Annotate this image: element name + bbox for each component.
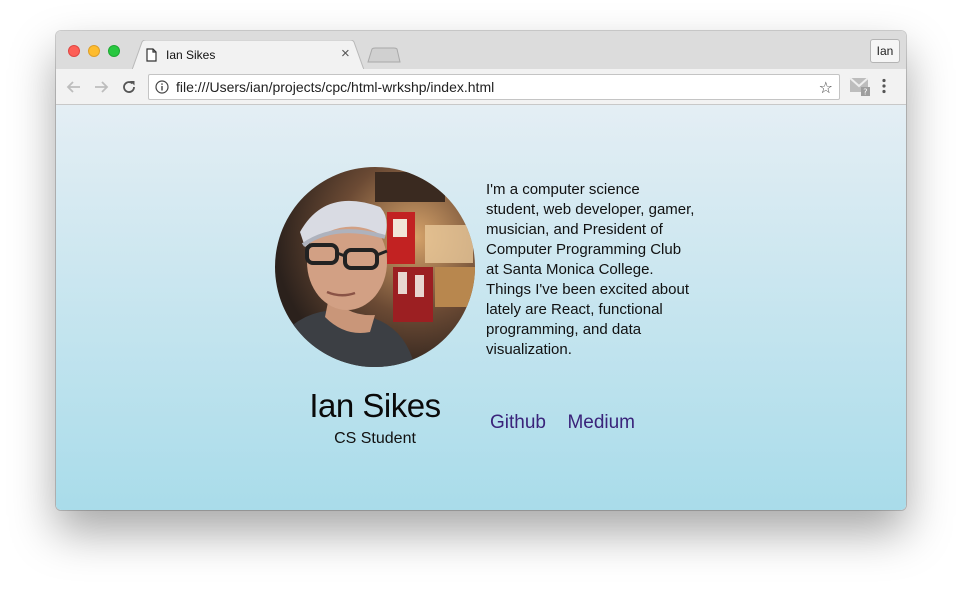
svg-text:?: ?: [863, 88, 867, 97]
close-window-button[interactable]: [68, 45, 80, 57]
more-menu-icon[interactable]: [882, 78, 886, 94]
maximize-window-button[interactable]: [108, 45, 120, 57]
profile-bio: I'm a computer science student, web deve…: [486, 181, 695, 358]
back-arrow-icon[interactable]: [65, 78, 83, 96]
document-icon: [146, 48, 157, 62]
page-content: Ian Sikes CS Student I'm a computer scie…: [56, 105, 906, 510]
reload-icon[interactable]: [120, 78, 138, 96]
address-bar[interactable]: file:///Users/ian/projects/cpc/html-wrks…: [148, 74, 840, 100]
bookmark-star-icon[interactable]: ☆: [819, 78, 833, 98]
url-text[interactable]: file:///Users/ian/projects/cpc/html-wrks…: [176, 79, 494, 95]
profile-button[interactable]: Ian: [870, 39, 900, 63]
tab-ian-sikes[interactable]: Ian Sikes ×: [132, 40, 364, 70]
profile-photo: [275, 167, 475, 367]
medium-link[interactable]: Medium: [567, 412, 635, 433]
info-icon[interactable]: [155, 80, 169, 94]
gmail-extension-icon[interactable]: ?: [849, 75, 871, 97]
toolbar: file:///Users/ian/projects/cpc/html-wrks…: [56, 69, 906, 105]
profile-role: CS Student: [334, 430, 416, 447]
profile-links: Github Medium: [490, 412, 652, 434]
minimize-window-button[interactable]: [88, 45, 100, 57]
profile-name: Ian Sikes: [309, 387, 441, 424]
new-tab-button[interactable]: [366, 47, 402, 63]
tab-title: Ian Sikes: [166, 48, 216, 62]
title-bar: Ian Sikes × Ian: [56, 31, 906, 70]
github-link[interactable]: Github: [490, 412, 546, 433]
tab-close-icon[interactable]: ×: [341, 46, 350, 62]
browser-window: Ian Sikes × Ian file:///Users/ian/projec…: [56, 31, 906, 510]
forward-arrow-icon[interactable]: [92, 78, 110, 96]
